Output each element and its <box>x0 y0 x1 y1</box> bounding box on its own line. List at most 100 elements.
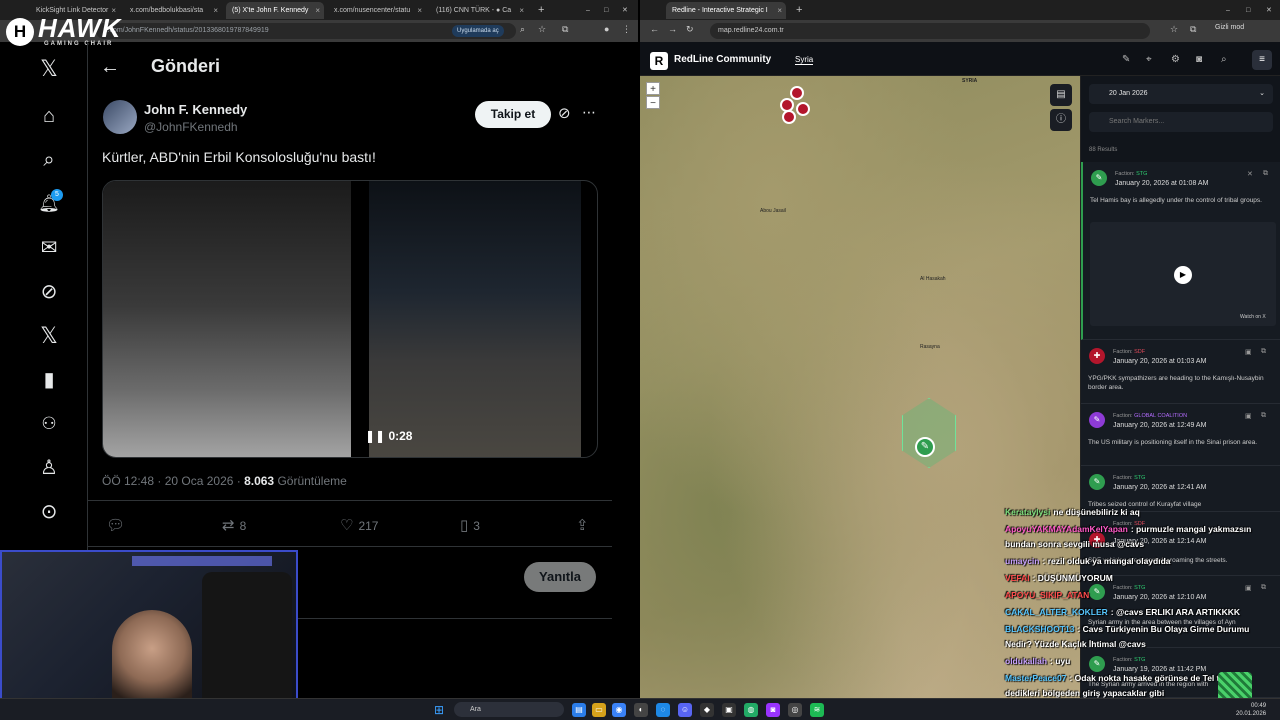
edge-icon[interactable]: ◌ <box>656 703 670 717</box>
reload-icon[interactable]: ↻ <box>686 24 694 35</box>
profile-icon[interactable]: ♙ <box>35 454 63 482</box>
control-zone[interactable] <box>902 398 956 468</box>
zoom-icon[interactable]: ⌕ <box>520 24 525 35</box>
location-pin-icon[interactable]: ⌖ <box>1146 54 1152 65</box>
author-name[interactable]: John F. Kennedy <box>144 102 247 117</box>
watch-on-x-link[interactable]: Watch on X <box>1240 314 1266 320</box>
camera-icon[interactable]: ◙ <box>1196 54 1202 65</box>
maximize-button[interactable]: □ <box>1240 2 1254 19</box>
new-tab-button[interactable]: + <box>790 2 804 19</box>
minimize-button[interactable]: – <box>1220 2 1234 19</box>
grok-explain-icon[interactable]: ⊘ <box>558 104 571 122</box>
play-icon[interactable]: ▶ <box>1174 266 1192 284</box>
open-in-app-button[interactable]: Uygulamada aç <box>452 25 504 37</box>
minimize-button[interactable]: – <box>580 2 594 19</box>
incognito-indicator[interactable]: Gizli mod <box>1215 24 1244 31</box>
tab-x-nusencenter[interactable]: x.com/nusencenter/statu × <box>328 2 426 19</box>
search-icon[interactable]: ⌕ <box>1221 54 1227 65</box>
spotify-icon[interactable]: ≋ <box>810 703 824 717</box>
external-link-icon[interactable]: ⧉ <box>1263 170 1268 178</box>
pause-icon[interactable]: ❚❚ <box>365 429 388 443</box>
external-link-icon[interactable]: ⧉ <box>1261 348 1266 356</box>
tag-icon[interactable]: ✎ <box>1122 54 1130 65</box>
redline-logo[interactable]: R <box>650 52 668 70</box>
marker-card[interactable]: ✎ Faction: STG January 20, 2026 at 01:08… <box>1081 162 1280 340</box>
profile-avatar-icon[interactable]: ● <box>604 24 609 34</box>
browser-menu-icon[interactable]: ⋮ <box>622 24 631 35</box>
date-selector[interactable]: 20 Jan 2026 ⌄ <box>1089 84 1273 104</box>
region-tab-syria[interactable]: Syria <box>795 55 814 65</box>
back-arrow-icon[interactable]: ← <box>100 56 120 79</box>
chrome-icon[interactable]: ◉ <box>612 703 626 717</box>
close-tab-icon[interactable]: × <box>315 2 320 19</box>
grok-icon[interactable]: ⊘ <box>35 278 63 306</box>
close-icon[interactable]: ✕ <box>1247 170 1253 178</box>
zoom-out-button[interactable]: − <box>646 96 660 109</box>
reply-action[interactable]: 💬︎ <box>106 516 130 534</box>
info-icon[interactable]: ⓘ <box>1050 109 1072 131</box>
communities-icon[interactable]: ⚇ <box>35 410 63 438</box>
file-explorer-icon[interactable]: ▤ <box>572 703 586 717</box>
card-video[interactable]: ▶ Watch on X <box>1090 222 1276 326</box>
video-timer[interactable]: ❚❚ 0:28 <box>365 429 412 443</box>
x-logo-icon[interactable]: 𝕏 <box>35 55 63 83</box>
bookmarks-icon[interactable]: ▮ <box>35 366 63 394</box>
tab-cnn-turk[interactable]: (116) CNN TÜRK - ● Ca × <box>430 2 528 19</box>
app-icon[interactable]: ◐ <box>634 703 648 717</box>
stg-marker[interactable]: ✎ <box>915 437 935 457</box>
video-icon[interactable]: ▣ <box>1245 348 1252 356</box>
discord-icon[interactable]: ☺ <box>678 703 692 717</box>
post-video[interactable]: ❚❚ 0:28 <box>102 180 598 458</box>
twitch-icon[interactable]: ◙ <box>766 703 780 717</box>
video-icon[interactable]: ▣ <box>1245 412 1252 420</box>
follow-button[interactable]: Takip et <box>475 101 551 128</box>
url-field[interactable]: map.redline24.com.tr <box>710 23 1150 39</box>
close-tab-icon[interactable]: × <box>417 2 422 19</box>
bookmark-action[interactable]: ▯ 3 <box>460 516 480 534</box>
sdf-marker[interactable] <box>782 110 796 124</box>
app-icon[interactable]: ▣ <box>722 703 736 717</box>
reply-button[interactable]: Yanıtla <box>524 562 596 592</box>
retweet-action[interactable]: ⇄ 8 <box>222 516 246 534</box>
external-link-icon[interactable]: ⧉ <box>1261 412 1266 420</box>
tab-x-bedbolukbasi[interactable]: x.com/bedbolukbasi/sta × <box>124 2 222 19</box>
messages-icon[interactable]: ✉ <box>35 234 63 262</box>
home-icon[interactable]: ⌂ <box>35 102 63 130</box>
system-clock[interactable]: 00:49 20.01.2026 <box>1236 702 1266 718</box>
like-action[interactable]: ♡ 217 <box>340 516 378 534</box>
forward-icon[interactable]: → <box>668 24 677 34</box>
map-layers-icon[interactable]: ▤ <box>1050 84 1072 106</box>
extensions-icon[interactable]: ⧉ <box>562 24 568 35</box>
explore-icon[interactable]: ⌕ <box>35 146 63 174</box>
video-icon[interactable]: ▣ <box>1245 584 1252 592</box>
tab-redline[interactable]: Redline - Interactive Strategic I × <box>666 2 786 19</box>
post-more-icon[interactable]: ⋯ <box>582 104 596 121</box>
satellite-map[interactable]: + − ▤ ⓘ SYRIA Abou Jasail Al Hasakah Ras… <box>640 76 1080 698</box>
author-handle[interactable]: @JohnFKennedh <box>144 120 238 134</box>
maximize-button[interactable]: □ <box>598 2 612 19</box>
marker-card[interactable]: ✚ Faction: SDF January 20, 2026 at 01:03… <box>1081 340 1280 404</box>
marker-card[interactable]: ✎ Faction: GLOBAL COALITION January 20, … <box>1081 404 1280 466</box>
close-window-button[interactable]: ✕ <box>616 2 630 19</box>
obs-icon[interactable]: ◎ <box>788 703 802 717</box>
marker-card[interactable]: ✎ Faction: STG January 20, 2026 at 12:41… <box>1081 466 1280 512</box>
bookmark-star-icon[interactable]: ☆ <box>538 24 546 35</box>
zoom-in-button[interactable]: + <box>646 82 660 95</box>
app-icon[interactable]: ◆ <box>700 703 714 717</box>
marker-search-input[interactable]: Search Markers... <box>1089 112 1273 132</box>
extensions-icon[interactable]: ⧉ <box>1190 24 1196 35</box>
sdf-marker[interactable] <box>790 86 804 100</box>
windows-start-icon[interactable]: ⊞ <box>434 703 444 717</box>
close-window-button[interactable]: ✕ <box>1260 2 1274 19</box>
taskbar-search[interactable]: Ara <box>454 702 564 717</box>
bookmark-star-icon[interactable]: ☆ <box>1170 24 1178 35</box>
close-tab-icon[interactable]: × <box>519 2 524 19</box>
external-link-icon[interactable]: ⧉ <box>1261 584 1266 592</box>
new-tab-button[interactable]: + <box>532 2 546 19</box>
tab-x-kennedy[interactable]: (5) X'te John F. Kennedy × <box>226 2 324 19</box>
post-timestamp[interactable]: ÖÖ 12:48 · 20 Oca 2026 · <box>102 474 244 488</box>
close-tab-icon[interactable]: × <box>213 2 218 19</box>
app-icon[interactable]: ◍ <box>744 703 758 717</box>
avatar[interactable] <box>103 100 137 134</box>
sdf-marker[interactable] <box>796 102 810 116</box>
